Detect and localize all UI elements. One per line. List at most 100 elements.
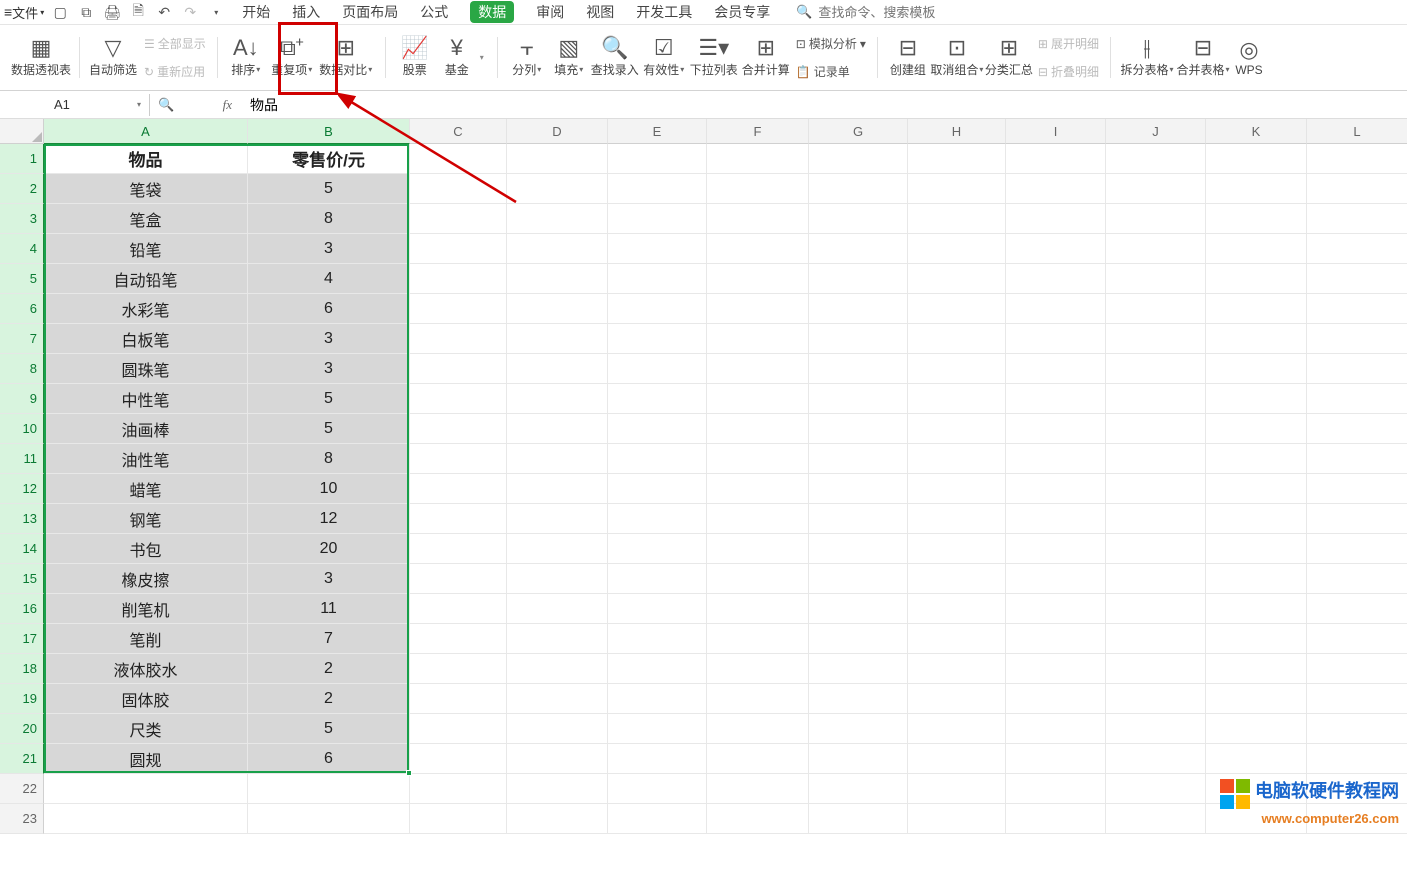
chevron-down-icon[interactable]: ▾: [137, 100, 141, 109]
cell-J8[interactable]: [1106, 354, 1206, 384]
cell-H15[interactable]: [908, 564, 1006, 594]
cell-F12[interactable]: [707, 474, 809, 504]
cell-A14[interactable]: 书包: [44, 534, 248, 564]
cell-F6[interactable]: [707, 294, 809, 324]
row-head-17[interactable]: 17: [0, 624, 44, 654]
cell-D5[interactable]: [507, 264, 608, 294]
cell-E13[interactable]: [608, 504, 707, 534]
cell-L16[interactable]: [1307, 594, 1407, 624]
cell-H18[interactable]: [908, 654, 1006, 684]
cell-G8[interactable]: [809, 354, 908, 384]
split-button[interactable]: ⫟分列▾: [506, 29, 548, 87]
cell-G22[interactable]: [809, 774, 908, 804]
cell-D6[interactable]: [507, 294, 608, 324]
merge-table-button[interactable]: ⊟合并表格▾: [1175, 29, 1231, 87]
cell-C2[interactable]: [410, 174, 507, 204]
cell-C19[interactable]: [410, 684, 507, 714]
cell-C14[interactable]: [410, 534, 507, 564]
cell-G12[interactable]: [809, 474, 908, 504]
cell-K13[interactable]: [1206, 504, 1307, 534]
cell-K14[interactable]: [1206, 534, 1307, 564]
cell-B15[interactable]: 3: [248, 564, 410, 594]
cell-E23[interactable]: [608, 804, 707, 834]
cell-L6[interactable]: [1307, 294, 1407, 324]
cell-G14[interactable]: [809, 534, 908, 564]
cell-F4[interactable]: [707, 234, 809, 264]
cell-G1[interactable]: [809, 144, 908, 174]
cell-F3[interactable]: [707, 204, 809, 234]
cell-A18[interactable]: 液体胶水: [44, 654, 248, 684]
cell-K12[interactable]: [1206, 474, 1307, 504]
cell-C22[interactable]: [410, 774, 507, 804]
cell-C12[interactable]: [410, 474, 507, 504]
cell-G4[interactable]: [809, 234, 908, 264]
cell-F20[interactable]: [707, 714, 809, 744]
cell-D14[interactable]: [507, 534, 608, 564]
cell-L5[interactable]: [1307, 264, 1407, 294]
pivot-table-button[interactable]: ▦数据透视表: [14, 29, 68, 87]
cell-H6[interactable]: [908, 294, 1006, 324]
cell-A12[interactable]: 蜡笔: [44, 474, 248, 504]
cell-E19[interactable]: [608, 684, 707, 714]
cell-A5[interactable]: 自动铅笔: [44, 264, 248, 294]
cell-A7[interactable]: 白板笔: [44, 324, 248, 354]
cell-J23[interactable]: [1106, 804, 1206, 834]
fill-button[interactable]: ▧填充▾: [548, 29, 590, 87]
cell-I5[interactable]: [1006, 264, 1106, 294]
cell-C23[interactable]: [410, 804, 507, 834]
cell-I14[interactable]: [1006, 534, 1106, 564]
cell-L9[interactable]: [1307, 384, 1407, 414]
cell-K6[interactable]: [1206, 294, 1307, 324]
cell-I6[interactable]: [1006, 294, 1106, 324]
cell-F21[interactable]: [707, 744, 809, 774]
simulate-button[interactable]: ⊡模拟分析▾: [796, 34, 866, 54]
cell-I12[interactable]: [1006, 474, 1106, 504]
subtotal-button[interactable]: ⊞分类汇总: [984, 29, 1034, 87]
duplicate-button[interactable]: ⧉⁺重复项▾: [266, 29, 318, 87]
col-head-E[interactable]: E: [608, 119, 707, 144]
cell-I15[interactable]: [1006, 564, 1106, 594]
row-head-13[interactable]: 13: [0, 504, 44, 534]
cell-E17[interactable]: [608, 624, 707, 654]
cell-D19[interactable]: [507, 684, 608, 714]
cell-E16[interactable]: [608, 594, 707, 624]
col-head-F[interactable]: F: [707, 119, 809, 144]
cell-B5[interactable]: 4: [248, 264, 410, 294]
row-head-8[interactable]: 8: [0, 354, 44, 384]
cell-D9[interactable]: [507, 384, 608, 414]
row-head-1[interactable]: 1: [0, 144, 44, 174]
cell-B12[interactable]: 10: [248, 474, 410, 504]
cell-A22[interactable]: [44, 774, 248, 804]
cell-G18[interactable]: [809, 654, 908, 684]
cell-K17[interactable]: [1206, 624, 1307, 654]
cell-H16[interactable]: [908, 594, 1006, 624]
cell-C11[interactable]: [410, 444, 507, 474]
search-input[interactable]: [816, 4, 976, 21]
cell-E8[interactable]: [608, 354, 707, 384]
save-icon[interactable]: ▢: [52, 4, 68, 20]
cell-I2[interactable]: [1006, 174, 1106, 204]
zoom-icon[interactable]: 🔍: [158, 97, 174, 113]
cell-D21[interactable]: [507, 744, 608, 774]
name-box[interactable]: A1 ▾: [0, 94, 150, 116]
cell-A3[interactable]: 笔盒: [44, 204, 248, 234]
cell-L4[interactable]: [1307, 234, 1407, 264]
cell-G2[interactable]: [809, 174, 908, 204]
cell-G23[interactable]: [809, 804, 908, 834]
cell-E18[interactable]: [608, 654, 707, 684]
cell-D16[interactable]: [507, 594, 608, 624]
cell-A16[interactable]: 削笔机: [44, 594, 248, 624]
cell-B7[interactable]: 3: [248, 324, 410, 354]
cell-D20[interactable]: [507, 714, 608, 744]
cell-L14[interactable]: [1307, 534, 1407, 564]
cell-H10[interactable]: [908, 414, 1006, 444]
tab-data[interactable]: 数据: [470, 1, 514, 23]
cell-L17[interactable]: [1307, 624, 1407, 654]
cell-F19[interactable]: [707, 684, 809, 714]
cell-C8[interactable]: [410, 354, 507, 384]
cell-F15[interactable]: [707, 564, 809, 594]
cell-E22[interactable]: [608, 774, 707, 804]
cell-I13[interactable]: [1006, 504, 1106, 534]
cell-L12[interactable]: [1307, 474, 1407, 504]
cell-E12[interactable]: [608, 474, 707, 504]
